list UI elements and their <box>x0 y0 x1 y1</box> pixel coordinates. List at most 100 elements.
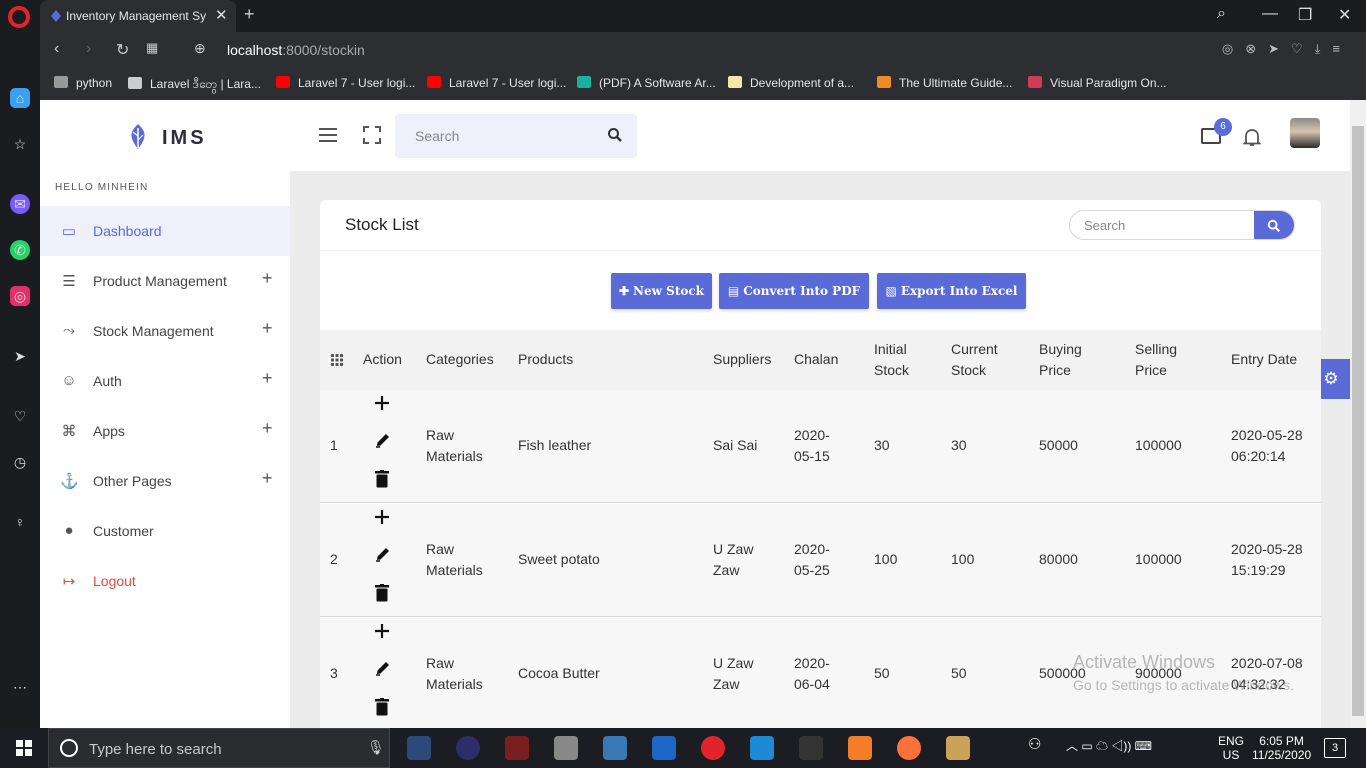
edit-icon[interactable] <box>374 431 390 449</box>
top-search-input[interactable]: Search <box>395 114 637 158</box>
page-scrollbar[interactable] <box>1350 100 1366 728</box>
sidebar-item-other-pages[interactable]: ⚓ Other Pages + <box>40 456 290 506</box>
sidebar-item-auth[interactable]: ☺ Auth + <box>40 356 290 406</box>
sidebar-item-customer[interactable]: ● Customer <box>40 506 290 556</box>
col-products[interactable]: Products <box>518 349 573 370</box>
edit-icon[interactable] <box>374 545 390 563</box>
stock-search-button[interactable] <box>1254 211 1294 239</box>
app-tool-icon[interactable] <box>505 736 529 760</box>
site-info-icon[interactable]: ⊕ <box>194 40 206 57</box>
language-indicator[interactable]: ENG US <box>1218 734 1244 762</box>
delete-icon[interactable] <box>375 470 391 488</box>
sidebar-item-dashboard[interactable]: ▭ Dashboard <box>40 206 290 256</box>
col-selling-price[interactable]: Selling Price <box>1135 339 1177 381</box>
expand-plus-icon[interactable]: + <box>262 268 273 289</box>
more-icon[interactable]: ⋯ <box>10 677 30 697</box>
forward-icon[interactable]: › <box>86 40 91 58</box>
bookmark-item[interactable]: (PDF) A Software Ar... <box>577 76 716 90</box>
delete-icon[interactable] <box>375 698 391 716</box>
opera-logo-icon[interactable] <box>8 6 30 28</box>
app-database-icon[interactable] <box>554 736 578 760</box>
bookmark-item[interactable]: The Ultimate Guide... <box>877 76 1012 90</box>
export-excel-button[interactable]: ▧ Export Into Excel <box>877 273 1026 309</box>
search-icon[interactable] <box>607 127 623 143</box>
tray-icons[interactable]: ︿ ▭ ☁ ◁)) ⌨ <box>1066 739 1152 753</box>
add-icon[interactable] <box>374 395 390 413</box>
workspace-icon[interactable]: ⌂ <box>10 88 30 108</box>
col-buying-price[interactable]: Buying Price <box>1039 339 1082 381</box>
col-categories[interactable]: Categories <box>426 349 494 370</box>
bookmark-item[interactable]: Visual Paradigm On... <box>1028 76 1167 90</box>
minimize-icon[interactable]: — <box>1262 5 1278 23</box>
back-icon[interactable]: ‹ <box>54 40 59 58</box>
sidebar-item-apps[interactable]: ⌘ Apps + <box>40 406 290 456</box>
expand-plus-icon[interactable]: + <box>262 368 273 389</box>
app-xampp-icon[interactable] <box>848 736 872 760</box>
app-window-icon[interactable] <box>652 736 676 760</box>
col-suppliers[interactable]: Suppliers <box>713 349 771 370</box>
expand-plus-icon[interactable]: + <box>262 468 273 489</box>
speed-dial-icon[interactable]: ▦ <box>146 40 158 56</box>
add-icon[interactable] <box>374 623 390 641</box>
taskbar-search-input[interactable]: Type here to search 🎙 <box>48 728 390 768</box>
col-chalan[interactable]: Chalan <box>794 349 838 370</box>
bell-icon[interactable] <box>1243 127 1261 147</box>
sidebar-item-stock-management[interactable]: ⤳ Stock Management + <box>40 306 290 356</box>
expand-plus-icon[interactable]: + <box>262 318 273 339</box>
app-paint-icon[interactable] <box>946 736 970 760</box>
microphone-icon[interactable]: 🎙 <box>367 739 385 756</box>
bookmark-item[interactable]: Laravel 7 - User logi... <box>427 76 566 90</box>
app-eclipse-icon[interactable] <box>456 736 480 760</box>
col-action[interactable]: Action <box>363 349 402 370</box>
delete-icon[interactable] <box>375 584 391 602</box>
scrollbar-thumb[interactable] <box>1352 126 1364 716</box>
avatar[interactable] <box>1290 118 1320 148</box>
browser-search-icon[interactable]: ⌕ <box>1217 5 1226 23</box>
new-stock-button[interactable]: ✚ New Stock <box>611 273 712 309</box>
sidebar-item-logout[interactable]: ↦ Logout <box>40 556 290 606</box>
new-tab-icon[interactable]: + <box>244 4 255 25</box>
history-icon[interactable]: ◷ <box>10 452 30 472</box>
edit-icon[interactable] <box>374 659 390 677</box>
close-window-icon[interactable]: ✕ <box>1338 5 1351 25</box>
grid-icon[interactable] <box>331 354 343 366</box>
app-opera-icon[interactable] <box>701 736 725 760</box>
add-icon[interactable] <box>374 509 390 527</box>
heart-icon[interactable]: ♡ <box>10 406 30 426</box>
whatsapp-icon[interactable]: ✆ <box>10 240 30 260</box>
tab-close-icon[interactable]: ✕ <box>215 6 228 24</box>
app-python-icon[interactable] <box>603 736 627 760</box>
app-vnc-icon[interactable] <box>407 736 431 760</box>
stock-search-input[interactable]: Search <box>1069 210 1295 240</box>
bookmark-item[interactable]: Laravel 7 - User logi... <box>276 76 415 90</box>
convert-pdf-button[interactable]: ▤ Convert Into PDF <box>719 273 869 309</box>
restore-icon[interactable]: ❐ <box>1298 5 1312 25</box>
expand-plus-icon[interactable]: + <box>262 418 273 439</box>
menu-toggle-icon[interactable] <box>319 128 337 142</box>
browser-tab[interactable]: Inventory Management Sys ✕ <box>40 0 236 32</box>
people-icon[interactable]: ⚇ <box>1028 737 1041 752</box>
col-entry-date[interactable]: Entry Date <box>1231 349 1297 370</box>
bookmark-item[interactable]: python <box>54 76 112 90</box>
clock[interactable]: 6:05 PM 11/25/2020 <box>1252 734 1311 762</box>
fullscreen-icon[interactable] <box>363 126 381 144</box>
notifications-icon[interactable]: 3 <box>1324 738 1346 758</box>
sidebar-item-product-management[interactable]: ☰ Product Management + <box>40 256 290 306</box>
star-icon[interactable]: ☆ <box>10 134 30 154</box>
windows-start-icon[interactable] <box>16 740 32 756</box>
lightbulb-icon[interactable]: ♀ <box>10 512 30 532</box>
col-current-stock[interactable]: Current Stock <box>951 339 998 381</box>
address-bar-actions[interactable]: ◎⊗➤♡⤓≡ <box>1222 41 1352 57</box>
messenger-icon[interactable]: ✉ <box>10 194 30 214</box>
url-field[interactable]: localhost:8000/stockin <box>227 42 365 58</box>
col-initial-stock[interactable]: Initial Stock <box>874 339 909 381</box>
app-vscode-icon[interactable] <box>750 736 774 760</box>
bookmark-item[interactable]: Development of a... <box>728 76 854 90</box>
app-mysql-icon[interactable] <box>799 736 823 760</box>
row-buying-price: 80000 <box>1039 551 1078 567</box>
reload-icon[interactable]: ↻ <box>116 40 129 60</box>
app-firefox-icon[interactable] <box>897 736 921 760</box>
instagram-icon[interactable]: ◎ <box>10 286 30 306</box>
bookmark-item[interactable]: Laravel ဒီတွေ | Lara... <box>128 76 261 94</box>
send-icon[interactable]: ➤ <box>10 346 30 366</box>
